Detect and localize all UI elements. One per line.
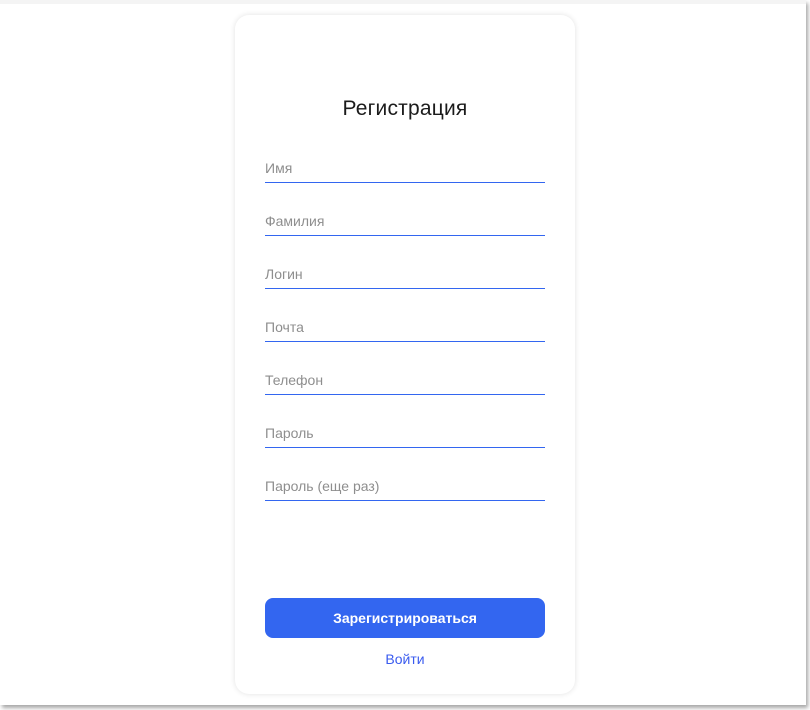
password-confirm-input[interactable] — [265, 472, 545, 501]
page-title: Регистрация — [342, 97, 468, 120]
register-button[interactable]: Зарегистрироваться — [265, 598, 545, 638]
first-name-input[interactable] — [265, 154, 545, 183]
login-link[interactable]: Войти — [235, 651, 575, 667]
phone-input[interactable] — [265, 366, 545, 395]
last-name-input[interactable] — [265, 207, 545, 236]
email-input[interactable] — [265, 313, 545, 342]
registration-card: Регистрация Зарегистрироваться Войти — [235, 15, 575, 694]
login-input[interactable] — [265, 260, 545, 289]
password-input[interactable] — [265, 419, 545, 448]
